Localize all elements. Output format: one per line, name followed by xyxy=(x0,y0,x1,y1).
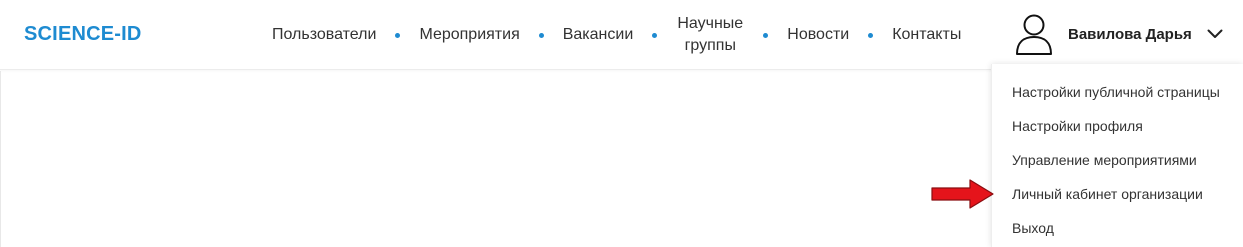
menu-item-public-page-settings[interactable]: Настройки публичной страницы xyxy=(1012,83,1220,101)
nav-item-contacts[interactable]: Контакты xyxy=(892,24,961,46)
nav-item-research-groups[interactable]: Научные группы xyxy=(676,13,744,57)
menu-item-organization-account[interactable]: Личный кабинет организации xyxy=(1012,185,1203,203)
menu-item-logout[interactable]: Выход xyxy=(1012,219,1054,237)
user-dropdown-menu: Настройки публичной страницы Настройки п… xyxy=(991,64,1243,247)
page: SCIENCE-ID Пользователи Мероприятия Вака… xyxy=(0,0,1243,247)
nav-item-events[interactable]: Мероприятия xyxy=(419,24,519,46)
nav-separator-dot xyxy=(763,32,769,38)
user-outline-icon[interactable] xyxy=(1013,11,1055,57)
nav-item-vacancies[interactable]: Вакансии xyxy=(563,24,634,46)
user-menu-toggle[interactable]: Вавилова Дарья xyxy=(1013,11,1223,57)
red-arrow-right-icon xyxy=(931,179,994,209)
site-logo[interactable]: SCIENCE-ID xyxy=(24,23,142,46)
menu-item-event-management[interactable]: Управление мероприятиями xyxy=(1012,151,1197,169)
nav-separator-dot xyxy=(652,32,658,38)
menu-item-profile-settings[interactable]: Настройки профиля xyxy=(1012,117,1143,135)
nav-separator-dot xyxy=(395,32,401,38)
nav-separator-dot xyxy=(868,32,874,38)
top-header: SCIENCE-ID Пользователи Мероприятия Вака… xyxy=(0,0,1243,70)
user-name[interactable]: Вавилова Дарья xyxy=(1068,26,1192,43)
nav-item-news[interactable]: Новости xyxy=(787,24,849,46)
nav-separator-dot xyxy=(538,32,544,38)
chevron-down-icon[interactable] xyxy=(1207,29,1223,39)
nav-item-users[interactable]: Пользователи xyxy=(272,24,376,46)
main-nav: Пользователи Мероприятия Вакансии Научны… xyxy=(272,0,961,70)
